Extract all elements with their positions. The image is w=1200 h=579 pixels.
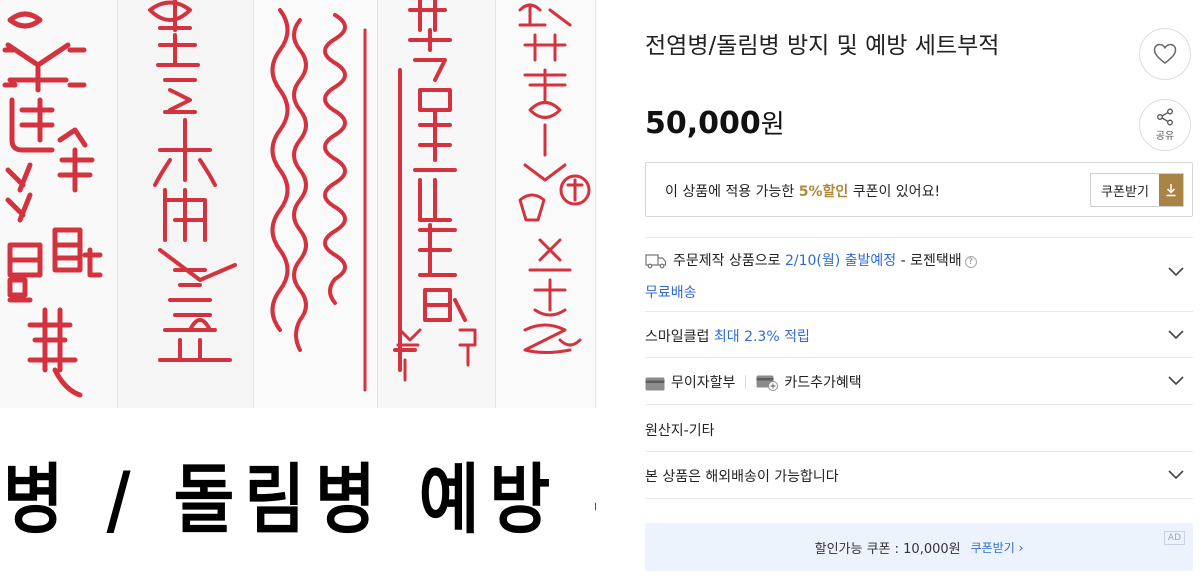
chevron-down-icon[interactable]	[1167, 266, 1185, 278]
like-button[interactable]	[1139, 28, 1191, 80]
coupon-ad-banner[interactable]: 할인가능 쿠폰 : 10,000원 쿠폰받기 › AD	[645, 523, 1193, 571]
ad-text: 할인가능 쿠폰 : 10,000원	[814, 541, 961, 557]
talisman-photo	[0, 0, 596, 408]
divider	[645, 357, 1193, 358]
card-benefit-label: 카드추가혜택	[784, 375, 862, 391]
coupon-notice: 이 상품에 적용 가능한 5%할인 쿠폰이 있어요! 쿠폰받기	[645, 162, 1193, 217]
divider	[645, 451, 1193, 452]
coupon-text-after: 쿠폰이 있어요!	[848, 184, 941, 200]
image-caption-band: 전염병 / 돌림병 예방 부적	[0, 408, 596, 579]
ad-badge: AD	[1163, 531, 1185, 545]
help-icon[interactable]: ?	[964, 256, 977, 268]
card-plus-icon	[756, 375, 779, 391]
divider	[645, 498, 1193, 499]
get-coupon-label: 쿠폰받기	[1101, 184, 1149, 200]
truck-icon	[645, 254, 667, 269]
free-shipping: 무료배송	[645, 285, 697, 301]
smileclub-row[interactable]: 스마일클럽 최대 2.3% 적립	[645, 326, 1193, 346]
product-price: 50,000원	[645, 104, 785, 141]
chevron-down-icon[interactable]	[1167, 469, 1185, 481]
delivery-prefix: 주문제작 상품으로	[673, 253, 785, 269]
smileclub-label: 스마일클럽	[645, 329, 714, 345]
coupon-discount: 5%할인	[798, 184, 849, 200]
share-label: 공유	[1155, 131, 1175, 142]
delivery-carrier: - 로젠택배	[896, 253, 962, 269]
divider	[645, 237, 1193, 238]
price-number: 50,000	[645, 106, 761, 141]
share-icon	[1157, 108, 1173, 126]
download-icon	[1159, 174, 1183, 206]
chevron-down-icon[interactable]	[1167, 329, 1185, 341]
divider	[645, 404, 1193, 405]
product-image[interactable]: 전염병 / 돌림병 예방 부적	[0, 0, 596, 579]
delivery-date: 2/10(월) 출발예정	[784, 253, 897, 269]
delivery-row[interactable]: 주문제작 상품으로 2/10(월) 출발예정 - 로젠택배?	[645, 250, 1193, 277]
divider	[645, 311, 1193, 312]
share-button[interactable]: 공유	[1139, 99, 1191, 151]
coupon-text: 이 상품에 적용 가능한 5%할인 쿠폰이 있어요!	[665, 181, 940, 201]
heart-icon	[1153, 43, 1177, 64]
smileclub-benefit: 최대 2.3% 적립	[713, 329, 810, 345]
coupon-text-before: 이 상품에 적용 가능한	[665, 184, 799, 200]
origin-label: 원산지-기타	[645, 423, 715, 439]
image-caption: 전염병 / 돌림병 예방 부적	[0, 454, 596, 545]
overseas-shipping-row[interactable]: 본 상품은 해외배송이 가능합니다	[645, 466, 1193, 486]
product-title: 전염병/돌림병 방지 및 예방 세트부적	[645, 33, 1000, 59]
get-coupon-button[interactable]: 쿠폰받기	[1090, 173, 1184, 207]
talisman-drawings	[2, 0, 591, 398]
price-unit: 원	[760, 110, 785, 140]
chevron-down-icon[interactable]	[1167, 375, 1185, 387]
installment-label: 무이자할부	[671, 375, 736, 391]
product-info-panel: 전염병/돌림병 방지 및 예방 세트부적 50,000원 공유 이 상품에 적용…	[645, 0, 1193, 579]
overseas-label: 본 상품은 해외배송이 가능합니다	[645, 469, 839, 485]
ad-coupon-link[interactable]: 쿠폰받기 ›	[971, 539, 1024, 556]
separator	[745, 375, 747, 389]
payment-benefits-row[interactable]: 무이자할부 카드추가혜택	[645, 372, 1193, 392]
card-icon	[645, 377, 665, 391]
